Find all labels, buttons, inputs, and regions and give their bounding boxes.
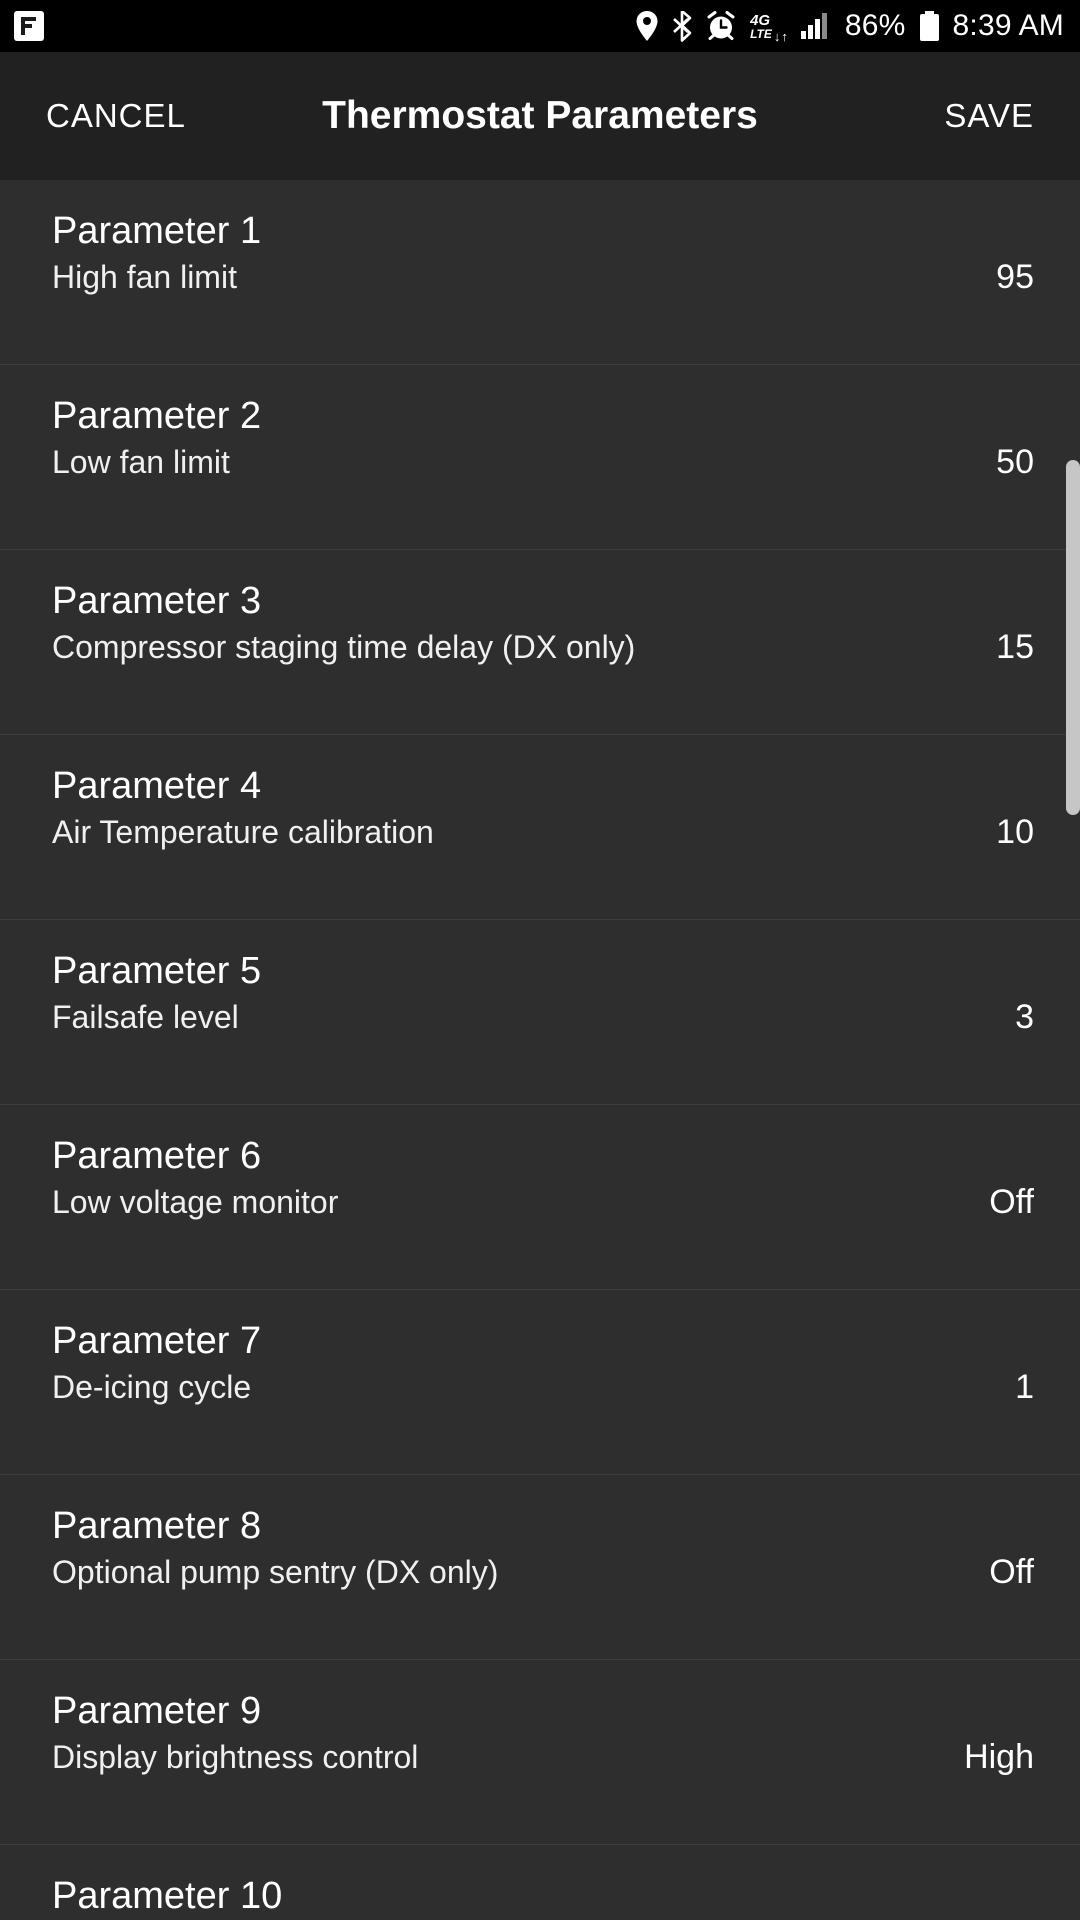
- parameter-value[interactable]: 50: [996, 441, 1034, 483]
- parameter-subtitle: Air Temperature calibration: [52, 814, 434, 850]
- status-bar-notifications: [14, 11, 44, 41]
- list-item[interactable]: Parameter 8 Optional pump sentry (DX only…: [0, 1475, 1080, 1660]
- status-bar-system-icons: 4G LTE ↓ ↑ 86% 8:39 AM: [636, 9, 1064, 43]
- app-bar: CANCEL Thermostat Parameters SAVE: [0, 52, 1080, 180]
- parameter-value[interactable]: Off: [989, 1551, 1034, 1593]
- list-item[interactable]: Parameter 6 Low voltage monitor Off: [0, 1105, 1080, 1290]
- parameter-title: Parameter 8: [52, 1505, 262, 1547]
- parameter-subtitle: High fan limit: [52, 259, 237, 295]
- alarm-clock-icon: [706, 11, 736, 41]
- parameter-value[interactable]: 15: [996, 626, 1034, 668]
- data-transfer-arrows-icon: ↓: [773, 10, 780, 44]
- parameter-title: Parameter 7: [52, 1320, 262, 1362]
- parameter-title: Parameter 6: [52, 1135, 262, 1177]
- parameter-subtitle: Compressor staging time delay (DX only): [52, 629, 636, 665]
- parameter-list[interactable]: Parameter 1 High fan limit 95 Parameter 2 Lo…: [0, 180, 1080, 1920]
- parameter-detail-line: Low voltage monitor Off: [52, 1181, 1034, 1223]
- parameter-title: Parameter 10: [52, 1875, 283, 1917]
- lte-4g-icon: 4G LTE ↓ ↑: [750, 10, 788, 44]
- battery-icon: [919, 11, 939, 41]
- parameter-detail-line: Low fan limit 50: [52, 441, 1034, 483]
- data-up-arrow: ↑: [781, 29, 787, 44]
- parameter-title: Parameter 1: [52, 210, 262, 252]
- parameter-subtitle: Low fan limit: [52, 444, 230, 480]
- signal-bars-icon: [800, 13, 831, 39]
- parameter-title: Parameter 3: [52, 580, 262, 622]
- battery-percent-label: 86%: [844, 9, 906, 42]
- network-type-top: 4G: [750, 11, 771, 29]
- list-item[interactable]: Parameter 4 Air Temperature calibration 10: [0, 735, 1080, 920]
- parameter-detail-line: Compressor staging time delay (DX only) 1…: [52, 626, 1034, 668]
- network-type-bottom: LTE: [750, 26, 772, 41]
- parameter-subtitle: De-icing cycle: [52, 1369, 252, 1405]
- parameter-title: Parameter 9: [52, 1690, 262, 1732]
- parameter-detail-line: Display brightness control High: [52, 1736, 1034, 1778]
- list-item[interactable]: Parameter 7 De-icing cycle 1: [0, 1290, 1080, 1475]
- parameter-value[interactable]: High: [964, 1736, 1034, 1778]
- flipboard-icon: [14, 11, 44, 41]
- bluetooth-icon: [672, 10, 692, 42]
- parameter-detail-line: De-icing cycle 1: [52, 1366, 1034, 1408]
- clock-label: 8:39 AM: [952, 9, 1064, 42]
- data-up-arrow-wrap: ↑: [781, 10, 787, 44]
- list-item[interactable]: Parameter 1 High fan limit 95: [0, 180, 1080, 365]
- parameter-subtitle: Failsafe level: [52, 999, 239, 1035]
- parameter-value[interactable]: 3: [1015, 996, 1034, 1038]
- save-button[interactable]: SAVE: [944, 97, 1034, 135]
- list-item[interactable]: Parameter 5 Failsafe level 3: [0, 920, 1080, 1105]
- parameter-subtitle: Low voltage monitor: [52, 1184, 339, 1220]
- parameter-title: Parameter 2: [52, 395, 262, 437]
- list-item[interactable]: Parameter 9 Display brightness control Hig…: [0, 1660, 1080, 1845]
- data-down-arrow: ↓: [773, 29, 780, 44]
- parameter-subtitle: Optional pump sentry (DX only): [52, 1554, 499, 1590]
- parameter-detail-line: Air Temperature calibration 10: [52, 811, 1034, 853]
- parameter-value[interactable]: 1: [1015, 1366, 1034, 1408]
- parameter-detail-line: Optional pump sentry (DX only) Off: [52, 1551, 1034, 1593]
- parameter-subtitle: Display brightness control: [52, 1739, 419, 1775]
- list-item[interactable]: Parameter 10: [0, 1845, 1080, 1920]
- parameter-value[interactable]: Off: [989, 1181, 1034, 1223]
- parameter-detail-line: High fan limit 95: [52, 256, 1034, 298]
- parameter-value[interactable]: 95: [996, 256, 1034, 298]
- list-item[interactable]: Parameter 3 Compressor staging time delay…: [0, 550, 1080, 735]
- status-bar: 4G LTE ↓ ↑ 86% 8:39 AM: [0, 0, 1080, 52]
- parameter-title: Parameter 5: [52, 950, 262, 992]
- list-item[interactable]: Parameter 2 Low fan limit 50: [0, 365, 1080, 550]
- parameter-value[interactable]: 10: [996, 811, 1034, 853]
- parameter-detail-line: Failsafe level 3: [52, 996, 1034, 1038]
- parameter-title: Parameter 4: [52, 765, 262, 807]
- scrollbar-thumb[interactable]: [1066, 460, 1080, 815]
- location-pin-icon: [636, 11, 658, 41]
- cancel-button[interactable]: CANCEL: [46, 97, 186, 135]
